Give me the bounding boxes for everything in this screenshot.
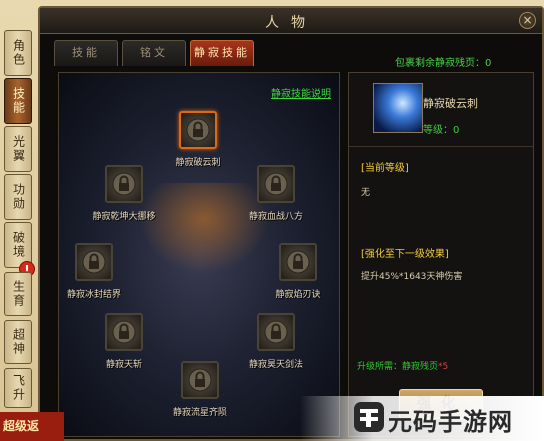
skill-help-link[interactable]: 静寂技能说明 (271, 85, 331, 100)
current-level-text: 无 (361, 188, 371, 198)
side-tab-merit[interactable]: 功勋 (4, 174, 32, 220)
skill-node-flame-blade[interactable] (279, 243, 317, 281)
next-level-header: [强化至下一级效果] (361, 249, 449, 260)
lock-icon (186, 118, 210, 142)
side-tab-role[interactable]: 角色 (4, 30, 32, 76)
skill-node-heaven-slash[interactable] (105, 313, 143, 351)
lock-icon (286, 250, 310, 274)
spare-pages-count: 包裹剩余静寂残页：0 (395, 58, 492, 69)
side-tab-breed[interactable]: 生育 (4, 272, 32, 316)
lock-icon (112, 320, 136, 344)
promo-banner[interactable]: 超级返 (0, 412, 64, 441)
skill-label: 静寂流星齐陨 (172, 408, 227, 418)
skill-level: 等级：0 (423, 125, 460, 136)
tab-silent-skills[interactable]: 静寂技能 (190, 40, 254, 66)
skill-node-qiankun[interactable] (105, 165, 143, 203)
next-level-text: 提升45%*1643天神伤害 (361, 272, 463, 282)
skill-icon (373, 83, 423, 133)
upgrade-requirement: 升级所需：静寂残页*5 (357, 359, 448, 372)
character-window: 人物 × 技能 铭文 静寂技能 包裹剩余静寂残页：0 静寂技能说明 静寂破云刺 … (38, 6, 544, 441)
close-button[interactable]: × (519, 12, 536, 29)
tab-skills[interactable]: 技能 (54, 40, 118, 66)
lock-icon (264, 172, 288, 196)
skill-label: 静寂天斩 (105, 360, 142, 370)
lock-icon (82, 250, 106, 274)
skill-label: 静寂昊天剑法 (248, 360, 303, 370)
skill-name: 静寂破云刺 (423, 97, 478, 110)
lock-icon (264, 320, 288, 344)
window-title: 人物 (265, 15, 317, 31)
watermark-logo-icon (354, 402, 384, 432)
skill-node-meteor[interactable] (181, 361, 219, 399)
skill-node-haotian-sword[interactable] (257, 313, 295, 351)
current-level-header: [当前等级] (361, 163, 409, 174)
watermark-text: 元码手游网 (388, 408, 513, 436)
tab-inscription[interactable]: 铭文 (122, 40, 186, 66)
skill-label: 静寂焰刃诀 (275, 290, 321, 300)
requirement-count: *5 (438, 362, 449, 372)
side-tab-wings[interactable]: 光翼 (4, 126, 32, 172)
game-screen: 角色 技能 光翼 功勋 破境 ! 生育 超神 飞升 人物 × 技能 铭文 静寂技… (0, 0, 544, 441)
skill-label: 静寂血战八方 (248, 212, 303, 222)
side-tab-super-god[interactable]: 超神 (4, 320, 32, 364)
skill-label: 静寂冰封结界 (66, 290, 121, 300)
skill-node-pierce-cloud[interactable] (179, 111, 217, 149)
skill-label: 静寂乾坤大挪移 (92, 212, 156, 222)
skill-node-blood-war[interactable] (257, 165, 295, 203)
skill-label: 静寂破云刺 (175, 158, 221, 168)
skill-tree-panel: 静寂技能说明 静寂破云刺 静寂乾坤大挪移 静寂血战八方 静寂冰封结界 静寂焰刃诀… (58, 72, 340, 437)
side-tab-skills[interactable]: 技能 (4, 78, 32, 124)
lock-icon (188, 368, 212, 392)
requirement-label: 升级所需：静寂残页 (357, 362, 439, 372)
skill-info-header: 静寂破云刺 等级：0 (349, 73, 533, 147)
skill-info-panel: 静寂破云刺 等级：0 [当前等级] 无 [强化至下一级效果] 提升45%*164… (348, 72, 534, 437)
lock-icon (112, 172, 136, 196)
side-tab-ascend[interactable]: 飞升 (4, 368, 32, 408)
title-bar: 人物 × (40, 8, 542, 34)
skill-node-ice-barrier[interactable] (75, 243, 113, 281)
